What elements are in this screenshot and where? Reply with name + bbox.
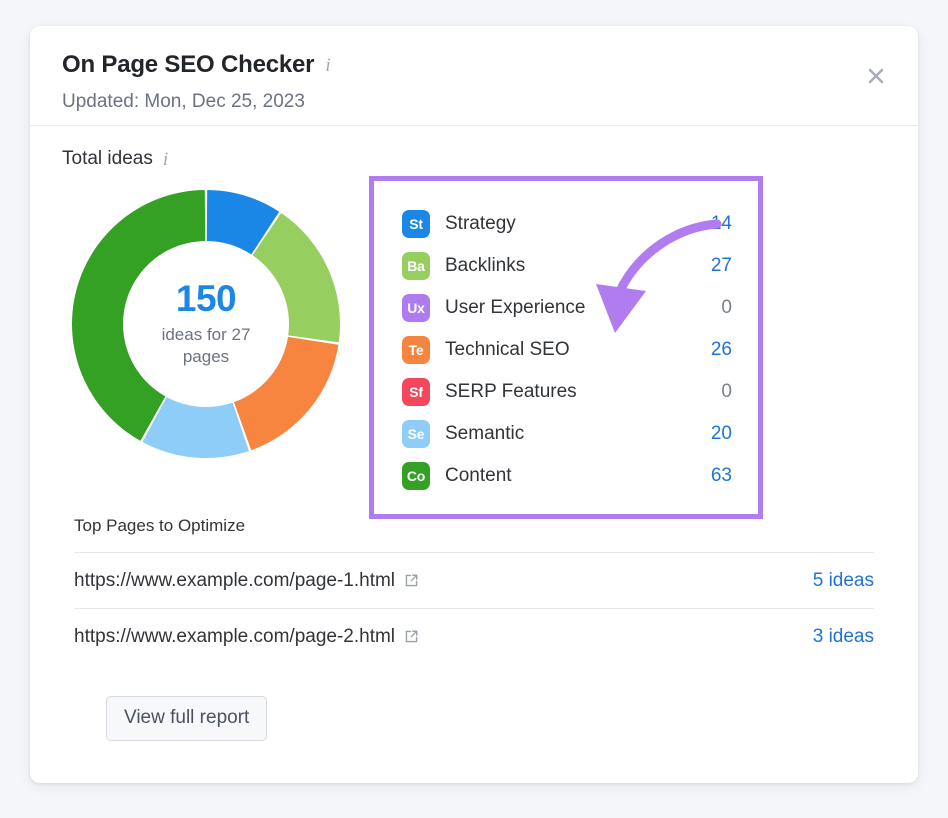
card-body: Total ideas i 150 ideas for 27 pages St S… (30, 126, 918, 741)
page-row: https://www.example.com/page-1.html 5 ide… (74, 552, 874, 608)
legend-row[interactable]: Ux User Experience 0 (402, 287, 732, 329)
page-url-link[interactable]: https://www.example.com/page-1.html (74, 570, 395, 592)
info-icon[interactable]: i (323, 56, 332, 75)
legend-highlight-box: St Strategy 14 Ba Backlinks 27 Ux User Experien… (369, 176, 763, 519)
page-url-wrap: https://www.example.com/page-2.html (74, 626, 419, 648)
legend-label: Semantic (445, 423, 525, 444)
legend-row[interactable]: Co Content 63 (402, 455, 732, 497)
category-badge-icon: Ba (402, 252, 430, 280)
view-full-report-button[interactable]: View full report (106, 696, 268, 741)
donut-segment[interactable] (72, 190, 206, 441)
category-badge-icon: Co (402, 462, 430, 490)
top-pages-title: Top Pages to Optimize (74, 516, 246, 535)
legend-value: 0 (721, 297, 732, 318)
legend-label: SERP Features (445, 381, 577, 402)
page-ideas-count[interactable]: 3 ideas (813, 626, 874, 648)
legend-row[interactable]: Ba Backlinks 27 (402, 245, 732, 287)
total-ideas-header: Total ideas i (62, 148, 886, 170)
category-badge-icon: Te (402, 336, 430, 364)
legend-value[interactable]: 27 (698, 255, 732, 277)
updated-timestamp: Updated: Mon, Dec 25, 2023 (62, 91, 305, 113)
top-pages-section: Top Pages to Optimize https://www.exampl… (62, 516, 886, 664)
donut-svg (72, 190, 340, 458)
legend-list: St Strategy 14 Ba Backlinks 27 Ux User Experien… (402, 203, 732, 497)
category-badge-icon: St (402, 210, 430, 238)
page-ideas-count[interactable]: 5 ideas (813, 570, 874, 592)
page-title: On Page SEO Checker (62, 51, 315, 78)
legend-value[interactable]: 26 (698, 339, 732, 361)
ideas-donut-chart: 150 ideas for 27 pages (70, 188, 342, 460)
legend-label: Content (445, 465, 512, 486)
card-header: On Page SEO Checker i Updated: Mon, Dec … (30, 26, 918, 126)
legend-value: 0 (721, 381, 732, 402)
legend-row[interactable]: Te Technical SEO 26 (402, 329, 732, 371)
on-page-seo-checker-card: On Page SEO Checker i Updated: Mon, Dec … (30, 26, 918, 783)
legend-value[interactable]: 20 (698, 423, 732, 445)
donut-segment[interactable] (252, 213, 340, 343)
category-badge-icon: Sf (402, 378, 430, 406)
external-link-icon[interactable] (404, 573, 419, 588)
external-link-icon[interactable] (404, 629, 419, 644)
legend-value[interactable]: 63 (698, 465, 732, 487)
page-url-link[interactable]: https://www.example.com/page-2.html (74, 626, 395, 648)
section-label: Total ideas (62, 148, 153, 169)
title-row: On Page SEO Checker i (62, 51, 886, 78)
info-icon[interactable]: i (161, 150, 170, 169)
legend-row[interactable]: St Strategy 14 (402, 203, 732, 245)
legend-label: Strategy (445, 213, 516, 234)
legend-value[interactable]: 14 (698, 213, 732, 235)
legend-label: Technical SEO (445, 339, 570, 360)
legend-label: User Experience (445, 297, 586, 318)
category-badge-icon: Se (402, 420, 430, 448)
close-button[interactable] (862, 62, 890, 90)
legend-row[interactable]: Se Semantic 20 (402, 413, 732, 455)
top-pages-list: https://www.example.com/page-1.html 5 ide… (74, 552, 874, 664)
category-badge-icon: Ux (402, 294, 430, 322)
close-icon (868, 68, 884, 84)
card-footer: View full report (62, 664, 886, 741)
legend-row[interactable]: Sf SERP Features 0 (402, 371, 732, 413)
chart-area: 150 ideas for 27 pages St Strategy 14 Ba Bac… (62, 176, 886, 519)
page-url-wrap: https://www.example.com/page-1.html (74, 570, 419, 592)
page-row: https://www.example.com/page-2.html 3 ide… (74, 608, 874, 664)
donut-segment[interactable] (234, 336, 339, 451)
legend-label: Backlinks (445, 255, 526, 276)
